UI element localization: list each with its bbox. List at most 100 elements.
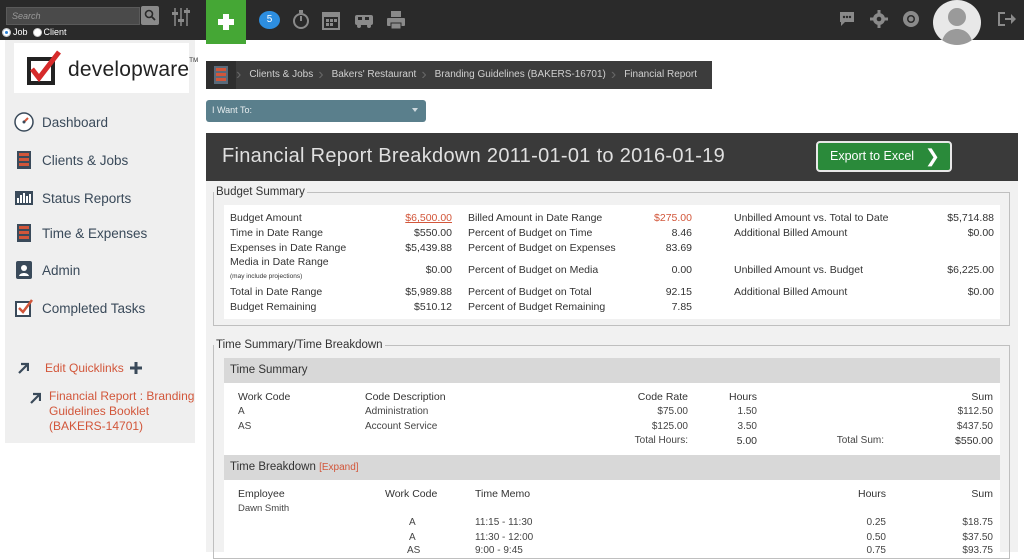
sidebar-item-admin[interactable]: Admin	[14, 258, 80, 282]
export-to-excel-button[interactable]: Export to Excel ❯	[816, 141, 952, 172]
expand-link[interactable]: [Expand]	[319, 462, 358, 473]
stopwatch-icon[interactable]	[292, 10, 310, 30]
budget-value: 0.00	[671, 264, 692, 276]
budget-value: 83.69	[665, 242, 692, 254]
clients-icon	[17, 151, 31, 169]
table-cell: 1.50	[737, 406, 757, 417]
car-icon[interactable]	[354, 10, 374, 30]
notification-badge[interactable]: 5	[259, 11, 280, 29]
breadcrumb-client[interactable]: Bakers' Restaurant	[324, 61, 422, 89]
gear-icon[interactable]	[870, 10, 888, 28]
total-hours-value: 5.00	[736, 435, 757, 447]
i-want-to-dropdown[interactable]: I Want To:	[206, 100, 426, 122]
sidebar-item-label: Time & Expenses	[42, 225, 148, 241]
budget-label: Percent of Budget on Media	[468, 264, 599, 276]
column-header: Time Memo	[475, 488, 531, 500]
table-cell: $125.00	[651, 421, 688, 432]
table-cell: 9:00 - 9:45	[475, 545, 523, 556]
quicklink-financial-report[interactable]: Financial Report : Branding Guidelines B…	[49, 389, 209, 434]
table-cell: 0.50	[866, 532, 886, 543]
search-button[interactable]	[141, 6, 159, 25]
user-avatar[interactable]	[933, 0, 981, 45]
table-cell: Administration	[365, 406, 429, 417]
column-header: Code Description	[365, 391, 446, 403]
time-summary-legend: Time Summary/Time Breakdown	[216, 339, 383, 351]
sidebar-item-completed-tasks[interactable]: Completed Tasks	[14, 296, 145, 320]
table-cell: A	[409, 517, 416, 528]
employee-name[interactable]: Dawn Smith	[238, 503, 289, 514]
table-cell: A	[238, 406, 245, 417]
budget-value: $0.00	[425, 264, 452, 276]
budget-label: Expenses in Date Range	[230, 242, 347, 254]
user-silhouette-icon	[941, 8, 973, 45]
budget-value: $6,225.00	[947, 264, 994, 276]
logo[interactable]: developwareTM	[14, 43, 198, 93]
dashboard-icon	[14, 112, 34, 132]
budget-value: $510.12	[414, 301, 452, 313]
search-input[interactable]: Search	[6, 7, 140, 25]
time-expenses-icon	[17, 224, 31, 242]
budget-value: $0.00	[967, 286, 994, 298]
breadcrumb-job[interactable]: Branding Guidelines (BAKERS-16701)	[427, 61, 611, 89]
chevron-down-icon	[412, 108, 418, 112]
arrow-up-right-icon	[30, 392, 41, 404]
radio-job[interactable]	[2, 27, 11, 37]
budget-label: Additional Billed Amount	[734, 286, 848, 298]
plus-icon[interactable]	[129, 362, 142, 374]
budget-value: $5,714.88	[947, 212, 994, 224]
sidebar-item-clients-jobs[interactable]: Clients & Jobs	[14, 148, 128, 172]
add-new-button[interactable]	[206, 0, 246, 44]
column-header: Work Code	[385, 488, 438, 500]
sidebar-item-label: Status Reports	[42, 190, 132, 206]
breadcrumb-current: Financial Report	[624, 69, 697, 80]
budget-value: 7.85	[671, 301, 692, 313]
table-cell: A	[409, 532, 416, 543]
logo-text: developwareTM	[68, 58, 199, 81]
chat-icon[interactable]	[838, 10, 856, 28]
calendar-icon[interactable]	[322, 10, 340, 30]
table-cell: 0.75	[866, 545, 886, 556]
sidebar-item-label: Completed Tasks	[42, 300, 146, 316]
sidebar-item-time-expenses[interactable]: Time & Expenses	[14, 221, 147, 245]
top-bar: Search Job Client 5	[0, 0, 1024, 45]
table-cell: AS	[407, 545, 421, 556]
budget-label: Percent of Budget Remaining	[468, 301, 606, 313]
sliders-icon[interactable]	[171, 6, 191, 28]
breadcrumb: › Clients & Jobs › Bakers' Restaurant › …	[206, 61, 712, 89]
table-cell: $37.50	[962, 532, 993, 543]
sidebar-item-status-reports[interactable]: Status Reports	[14, 186, 131, 210]
budget-label: Unbilled Amount vs. Budget	[734, 264, 863, 276]
search-scope-radios: Job Client	[2, 27, 67, 37]
sidebar-item-dashboard[interactable]: Dashboard	[14, 110, 108, 134]
help-lifebuoy-icon[interactable]	[902, 10, 920, 28]
column-header: Hours	[857, 488, 886, 500]
time-summary-header: Time Summary	[224, 358, 1000, 383]
arrow-up-right-icon	[18, 362, 29, 374]
clients-icon	[214, 66, 228, 84]
table-cell: $75.00	[657, 406, 688, 417]
budget-value: $5,989.88	[405, 286, 452, 298]
column-header: Employee	[238, 488, 285, 500]
budget-amount-link[interactable]: $6,500.00	[362, 212, 452, 224]
total-hours-label: Total Hours:	[634, 435, 688, 446]
total-sum-label: Total Sum:	[836, 435, 884, 446]
budget-label: Percent of Budget on Time	[468, 227, 593, 239]
printer-icon[interactable]	[386, 10, 406, 30]
logout-icon[interactable]	[996, 10, 1016, 28]
column-header: Hours	[728, 391, 757, 403]
radio-client[interactable]	[32, 27, 42, 37]
budget-note: (may include projections)	[230, 273, 303, 280]
export-label: Export to Excel	[830, 149, 915, 163]
budget-summary-legend: Budget Summary	[216, 186, 305, 198]
table-cell: $112.50	[957, 406, 993, 417]
budget-value: $5,439.88	[405, 242, 452, 254]
radio-job-label: Job	[13, 27, 28, 37]
breadcrumb-clients-jobs[interactable]: Clients & Jobs	[241, 61, 318, 89]
breadcrumb-home[interactable]	[206, 61, 236, 89]
sidebar-item-label: Clients & Jobs	[42, 152, 129, 168]
column-header: Code Rate	[637, 391, 688, 403]
completed-tasks-icon	[15, 299, 33, 317]
report-header: Financial Report Breakdown 2011-01-01 to…	[206, 133, 1018, 181]
edit-quicklinks[interactable]: Edit Quicklinks	[17, 361, 142, 375]
radio-client-label: Client	[43, 27, 67, 37]
